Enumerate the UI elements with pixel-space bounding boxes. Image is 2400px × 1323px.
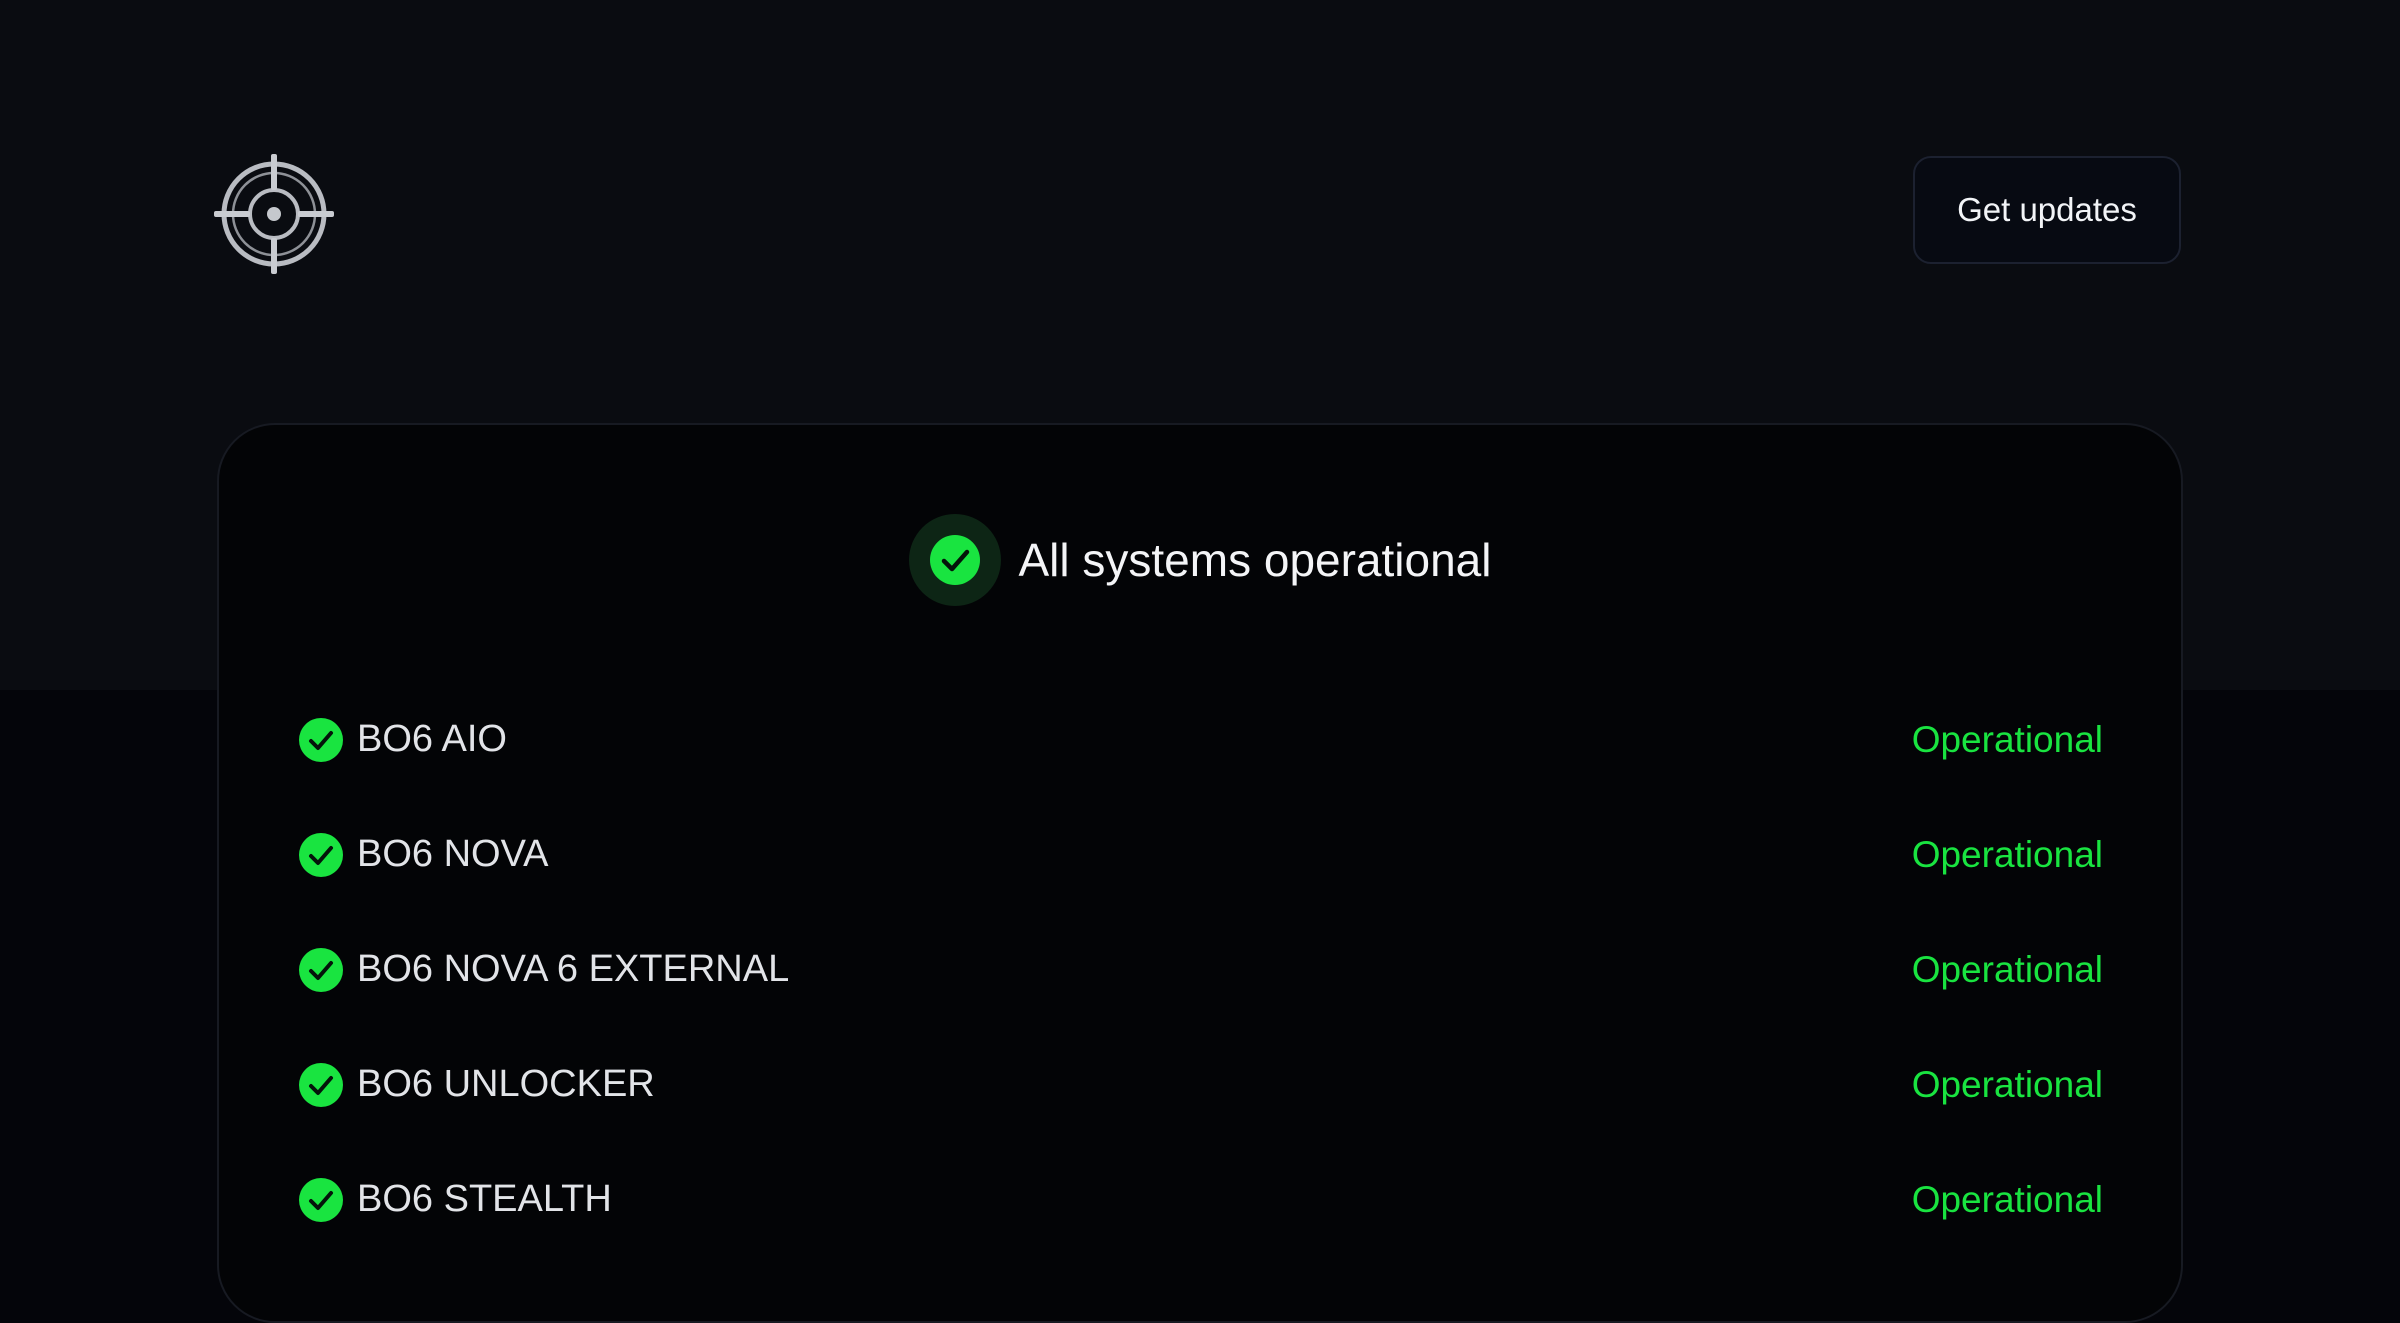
check-circle-icon bbox=[299, 947, 343, 992]
service-status: Operational bbox=[1911, 1063, 2103, 1105]
service-name: BO6 UNLOCKER bbox=[357, 1063, 655, 1105]
service-row: BO6 STEALTH Operational bbox=[299, 1142, 2103, 1257]
get-updates-button[interactable]: Get updates bbox=[1913, 156, 2181, 264]
service-status: Operational bbox=[1911, 718, 2103, 760]
overall-status-text: All systems operational bbox=[1018, 534, 1492, 586]
service-row: BO6 AIO Operational bbox=[299, 682, 2103, 797]
service-name: BO6 NOVA 6 EXTERNAL bbox=[357, 948, 790, 990]
service-status: Operational bbox=[1911, 833, 2103, 875]
service-list: BO6 AIO Operational BO6 NOVA Operational bbox=[299, 682, 2103, 1257]
status-card: All systems operational BO6 AIO Operatio… bbox=[217, 423, 2183, 1323]
check-circle-icon bbox=[299, 717, 343, 762]
check-circle-icon bbox=[299, 832, 343, 877]
service-row: BO6 UNLOCKER Operational bbox=[299, 1027, 2103, 1142]
service-status: Operational bbox=[1911, 948, 2103, 990]
service-label-group: BO6 AIO bbox=[299, 717, 507, 762]
service-label-group: BO6 NOVA 6 EXTERNAL bbox=[299, 947, 790, 992]
service-status: Operational bbox=[1911, 1178, 2103, 1220]
check-circle-icon bbox=[299, 1177, 343, 1222]
service-name: BO6 STEALTH bbox=[357, 1178, 612, 1220]
overall-status: All systems operational bbox=[219, 513, 2181, 607]
service-label-group: BO6 UNLOCKER bbox=[299, 1062, 655, 1107]
check-circle-icon bbox=[908, 514, 1001, 606]
service-label-group: BO6 STEALTH bbox=[299, 1177, 612, 1222]
service-row: BO6 NOVA 6 EXTERNAL Operational bbox=[299, 912, 2103, 1027]
service-name: BO6 AIO bbox=[357, 718, 507, 760]
crosshair-logo-icon[interactable] bbox=[214, 154, 334, 274]
service-row: BO6 NOVA Operational bbox=[299, 797, 2103, 912]
service-label-group: BO6 NOVA bbox=[299, 832, 549, 877]
service-name: BO6 NOVA bbox=[357, 833, 549, 875]
check-circle-icon bbox=[299, 1062, 343, 1107]
